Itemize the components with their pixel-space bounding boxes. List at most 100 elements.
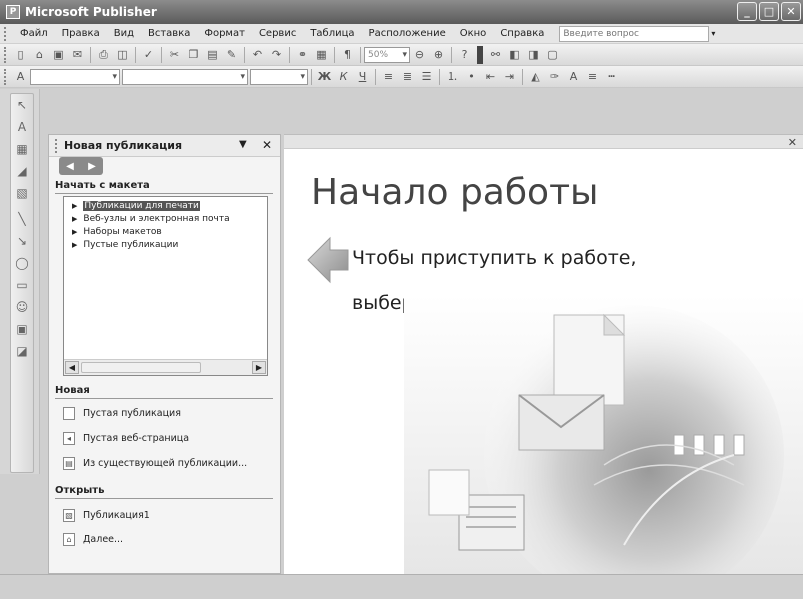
zoom-in-icon[interactable]: ⊕ xyxy=(430,47,447,63)
list-item[interactable]: ▶ Наборы макетов xyxy=(72,227,162,237)
menu-help[interactable]: Справка xyxy=(493,28,551,39)
list-item[interactable]: ▶ Веб-узлы и электронная почта xyxy=(72,214,230,224)
font-size-combo[interactable] xyxy=(250,68,308,85)
bullets-icon[interactable]: • xyxy=(463,69,480,85)
menu-insert[interactable]: Вставка xyxy=(141,28,197,39)
task-pane-menu-arrow-icon[interactable]: ▼ xyxy=(239,139,247,150)
layout-list[interactable]: ▶ Публикации для печати ▶ Веб-узлы и элект… xyxy=(63,196,268,376)
bold-button[interactable]: Ж xyxy=(316,69,333,85)
autoshapes-icon[interactable]: ☺ xyxy=(14,299,30,315)
special-characters-icon[interactable]: ¶ xyxy=(339,47,356,63)
new-document-icon[interactable]: ▯ xyxy=(12,47,29,63)
cut-icon[interactable]: ✂ xyxy=(166,47,183,63)
next-frame-icon[interactable]: ◨ xyxy=(525,47,542,63)
menu-tools[interactable]: Сервис xyxy=(252,28,303,39)
styles-icon[interactable]: A xyxy=(12,69,29,85)
menu-arrange[interactable]: Расположение xyxy=(362,28,453,39)
arrow-icon[interactable]: ↘ xyxy=(14,233,30,249)
rectangle-icon[interactable]: ▭ xyxy=(14,277,30,293)
oval-icon[interactable]: ◯ xyxy=(14,255,30,271)
decrease-indent-icon[interactable]: ⇤ xyxy=(482,69,499,85)
scroll-right-icon[interactable]: ▶ xyxy=(252,361,266,374)
redo-icon[interactable]: ↷ xyxy=(268,47,285,63)
list-item[interactable]: ▶ Публикации для печати xyxy=(72,201,200,211)
blank-publication-link[interactable]: Пустая публикация xyxy=(63,407,181,420)
connect-frames-icon[interactable]: ⚯ xyxy=(487,47,504,63)
previous-frame-icon[interactable]: ◧ xyxy=(506,47,523,63)
form-control-icon[interactable]: ◪ xyxy=(14,343,30,359)
underline-button[interactable]: Ч xyxy=(354,69,371,85)
fill-color-icon[interactable]: ◭ xyxy=(527,69,544,85)
undo-icon[interactable]: ↶ xyxy=(249,47,266,63)
toolbar-grip[interactable] xyxy=(4,68,7,85)
workspace-close-icon[interactable]: ✕ xyxy=(788,136,797,149)
close-window-button[interactable]: ✕ xyxy=(781,2,801,21)
align-center-icon[interactable]: ≣ xyxy=(399,69,416,85)
forward-icon[interactable]: ▶ xyxy=(88,161,96,172)
zoom-out-icon[interactable]: ⊖ xyxy=(411,47,428,63)
align-right-icon[interactable]: ☰ xyxy=(418,69,435,85)
print-icon[interactable]: ⎙ xyxy=(95,47,112,63)
toolbar-grip[interactable] xyxy=(4,46,7,63)
maximize-button[interactable]: □ xyxy=(759,2,779,21)
menu-table[interactable]: Таблица xyxy=(303,28,361,39)
list-item[interactable]: ▶ Пустые публикации xyxy=(72,240,178,250)
font-combo[interactable] xyxy=(122,68,248,85)
expand-arrow-icon[interactable]: ▶ xyxy=(72,202,77,210)
hot-spot-icon[interactable]: ▣ xyxy=(14,321,30,337)
wordart-icon[interactable]: ◢ xyxy=(14,163,30,179)
menu-file[interactable]: Файл xyxy=(13,28,55,39)
section-new: Новая xyxy=(55,385,273,399)
expand-arrow-icon[interactable]: ▶ xyxy=(72,228,77,236)
toolbar-separator xyxy=(522,68,523,85)
scroll-thumb[interactable] xyxy=(81,362,201,373)
horizontal-scrollbar[interactable]: ◀ ▶ xyxy=(64,359,267,375)
print-preview-icon[interactable]: ◫ xyxy=(114,47,131,63)
insert-table-icon[interactable]: ▦ xyxy=(313,47,330,63)
font-color-icon[interactable]: A xyxy=(565,69,582,85)
open-folder-icon[interactable]: ⌂ xyxy=(31,47,48,63)
frame-options-icon[interactable]: ▢ xyxy=(544,47,561,63)
menu-window[interactable]: Окно xyxy=(453,28,494,39)
italic-button[interactable]: К xyxy=(335,69,352,85)
zoom-combo[interactable]: 50% xyxy=(364,46,410,63)
select-objects-icon[interactable]: ↖ xyxy=(14,97,30,113)
minimize-button[interactable]: _ xyxy=(737,2,757,21)
help-dropdown-arrow-icon[interactable]: ▾ xyxy=(711,29,715,38)
menu-edit[interactable]: Правка xyxy=(55,28,107,39)
increase-indent-icon[interactable]: ⇥ xyxy=(501,69,518,85)
expand-arrow-icon[interactable]: ▶ xyxy=(72,241,77,249)
picture-frame-icon[interactable]: ▧ xyxy=(14,185,30,201)
line-color-icon[interactable]: ✑ xyxy=(546,69,563,85)
menu-view[interactable]: Вид xyxy=(107,28,141,39)
format-painter-icon[interactable]: ✎ xyxy=(223,47,240,63)
text-box-icon[interactable]: A xyxy=(14,119,30,135)
task-pane-grip[interactable] xyxy=(55,138,58,153)
help-icon[interactable]: ? xyxy=(456,47,473,63)
more-files-link[interactable]: ⌂ Далее... xyxy=(63,533,123,546)
align-left-icon[interactable]: ≡ xyxy=(380,69,397,85)
help-question-input[interactable] xyxy=(559,25,710,42)
paste-icon[interactable]: ▤ xyxy=(204,47,221,63)
back-icon[interactable]: ◀ xyxy=(66,161,74,172)
blank-web-page-link[interactable]: ◂ Пустая веб-страница xyxy=(63,432,189,445)
task-pane-close-icon[interactable]: ✕ xyxy=(262,138,272,152)
expand-arrow-icon[interactable]: ▶ xyxy=(72,215,77,223)
insert-table-icon[interactable]: ▦ xyxy=(14,141,30,157)
from-existing-publication-link[interactable]: ▤ Из существующей публикации... xyxy=(63,457,247,470)
menu-format[interactable]: Формат xyxy=(197,28,252,39)
line-icon[interactable]: ╲ xyxy=(14,211,30,227)
menubar-grip[interactable] xyxy=(4,26,7,41)
save-icon[interactable]: ▣ xyxy=(50,47,67,63)
insert-hyperlink-icon[interactable]: ⚭ xyxy=(294,47,311,63)
numbering-icon[interactable]: ⒈ xyxy=(444,69,461,85)
style-combo[interactable] xyxy=(30,68,120,85)
line-style-icon[interactable]: ≡ xyxy=(584,69,601,85)
dash-style-icon[interactable]: ┅ xyxy=(603,69,620,85)
scroll-left-icon[interactable]: ◀ xyxy=(65,361,79,374)
spelling-icon[interactable]: ✓ xyxy=(140,47,157,63)
section-start-from-design: Начать с макета xyxy=(55,180,273,194)
mail-icon[interactable]: ✉ xyxy=(69,47,86,63)
copy-icon[interactable]: ❐ xyxy=(185,47,202,63)
recent-publication-link[interactable]: ▧ Публикация1 xyxy=(63,509,150,522)
